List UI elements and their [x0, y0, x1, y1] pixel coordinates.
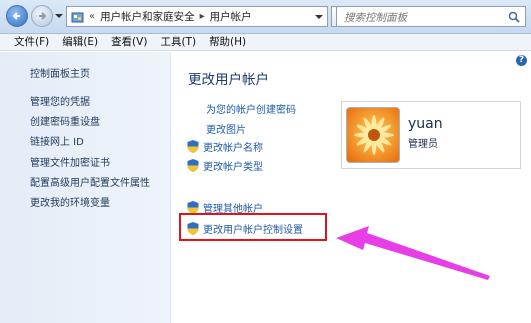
arrow-left-icon [12, 12, 20, 20]
task-change-account-name[interactable]: 更改帐户名称 [187, 139, 263, 154]
sidebar-item-control-panel-home[interactable]: 控制面板主页 [30, 65, 90, 80]
sidebar-item-advanced-profile[interactable]: 配置高级用户配置文件属性 [30, 174, 150, 189]
sidebar-item-password-reset-disk[interactable]: 创建密码重设盘 [30, 113, 100, 128]
address-toolbar: « 用户帐户和家庭安全 ▸ 用户帐户 [0, 0, 531, 34]
arrow-right-icon [39, 12, 47, 20]
sidebar: 控制面板主页 管理您的凭据 创建密码重设盘 链接网上 ID 管理文件加密证书 配… [0, 52, 171, 323]
sidebar-item-manage-credentials[interactable]: 管理您的凭据 [30, 93, 90, 108]
uac-shield-icon [187, 140, 199, 153]
main-content: ? 更改用户帐户 为您的帐户创建密码 更改图片 更改帐户名称 更改帐户类型 管理… [171, 52, 531, 323]
menu-bar: 文件(F) 编辑(E) 查看(V) 工具(T) 帮助(H) [0, 34, 531, 51]
page-title: 更改用户帐户 [188, 72, 269, 88]
help-button[interactable]: ? [516, 55, 527, 66]
breadcrumb-family-safety[interactable]: 用户帐户和家庭安全 [100, 9, 195, 24]
user-name: yuan [408, 116, 443, 132]
sidebar-item-link-online-id[interactable]: 链接网上 ID [30, 133, 84, 148]
avatar[interactable] [346, 107, 400, 163]
search-field[interactable] [336, 6, 526, 27]
menu-tools[interactable]: 工具(T) [160, 34, 196, 50]
task-label: 更改帐户类型 [203, 162, 263, 173]
breadcrumb-overflow[interactable]: « [89, 11, 95, 22]
task-label: 更改帐户名称 [203, 143, 263, 154]
menu-view[interactable]: 查看(V) [111, 34, 147, 50]
menu-file[interactable]: 文件(F) [14, 34, 49, 50]
task-create-password[interactable]: 为您的帐户创建密码 [206, 101, 296, 116]
task-change-account-type[interactable]: 更改帐户类型 [187, 158, 263, 173]
menu-edit[interactable]: 编辑(E) [62, 34, 98, 50]
breadcrumb-separator[interactable]: ▸ [200, 11, 205, 22]
search-icon[interactable] [508, 11, 520, 23]
highlight-box [179, 213, 327, 241]
sidebar-item-environment-variables[interactable]: 更改我的环境变量 [30, 194, 110, 209]
task-label: 为您的帐户创建密码 [206, 105, 296, 116]
control-panel-icon [71, 12, 84, 22]
chevron-down-icon[interactable] [315, 13, 323, 21]
recent-pages-dropdown-icon[interactable] [55, 12, 63, 20]
back-button[interactable] [6, 5, 28, 27]
search-input[interactable] [342, 8, 506, 27]
flower-picture-icon [347, 108, 399, 162]
menu-help[interactable]: 帮助(H) [209, 34, 246, 50]
forward-button[interactable] [31, 5, 53, 27]
breadcrumb-user-accounts[interactable]: 用户帐户 [210, 9, 252, 24]
task-label: 更改图片 [206, 125, 246, 136]
sidebar-item-encryption-certificates[interactable]: 管理文件加密证书 [30, 154, 110, 169]
user-card: yuan 管理员 [341, 101, 521, 169]
address-input[interactable]: « 用户帐户和家庭安全 ▸ 用户帐户 [66, 6, 328, 27]
uac-shield-icon [187, 159, 199, 172]
task-change-picture[interactable]: 更改图片 [206, 121, 246, 136]
user-role: 管理员 [408, 139, 438, 150]
